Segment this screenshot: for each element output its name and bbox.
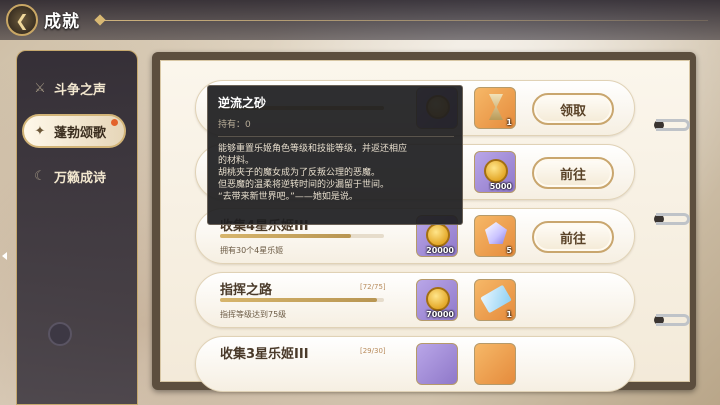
reward-qty: 20000	[426, 246, 454, 255]
achievement-title: 指挥之路	[220, 283, 273, 298]
coin-icon	[484, 159, 508, 183]
goto-button[interactable]: 前往	[532, 221, 614, 253]
emblem-icon	[48, 322, 72, 346]
coin-icon	[426, 287, 450, 311]
reward-slot[interactable]: 1	[474, 279, 516, 321]
tooltip-held-label: 持有：	[218, 120, 246, 130]
progress-bar	[220, 234, 384, 238]
sidebar-item-all-sounds-poem[interactable]: ☾ 万籁成诗	[24, 159, 130, 193]
horn-icon: ✦	[34, 123, 46, 139]
moon-icon: ☾	[34, 168, 46, 184]
reward-qty: 1	[506, 310, 512, 319]
tooltip-divider	[218, 136, 454, 137]
tooltip-line: “去带来新世界吧。”——她如是说。	[218, 192, 358, 202]
hourglass-icon	[489, 94, 503, 120]
achievement-title: 收集3星乐姬III	[220, 347, 309, 362]
achievement-row: 指挥之路 [72/75] 指挥等级达到75级 70000 1	[195, 272, 635, 328]
reward-slot[interactable]: 1	[474, 87, 516, 129]
binder-ring	[656, 119, 690, 131]
reward-slot[interactable]	[474, 343, 516, 385]
reward-qty: 1	[506, 118, 512, 127]
crystal-icon	[485, 222, 507, 244]
sidebar-item-label: 斗争之声	[54, 82, 107, 98]
tooltip-line: 但恶魔的温柔将逆转时间的沙漏留于世间。	[218, 180, 390, 190]
achievement-desc: 指挥等级达到75级	[220, 310, 287, 319]
achievement-progress: [29/30]	[360, 347, 386, 355]
tooltip-line: 能够重置乐姬角色等级和技能等级，并返还相应	[218, 144, 408, 154]
binder-ring	[656, 213, 690, 225]
swords-icon: ⚔	[34, 80, 46, 96]
achievement-progress: [72/75]	[360, 283, 386, 291]
reward-slot[interactable]: 70000	[416, 279, 458, 321]
tooltip-held: 持有：0	[218, 117, 452, 130]
coin-icon	[426, 223, 450, 247]
sidebar-item-thriving-ode[interactable]: ✦ 蓬勃颂歌	[22, 114, 126, 148]
sidebar-item-label: 蓬勃颂歌	[54, 125, 107, 141]
progress-bar	[220, 298, 384, 302]
sidebar-item-battle-voice[interactable]: ⚔ 斗争之声	[24, 71, 130, 105]
reward-slot[interactable]	[416, 343, 458, 385]
header-divider	[96, 20, 708, 21]
reward-qty: 70000	[426, 310, 454, 319]
achievement-desc: 拥有30个4星乐姬	[220, 246, 284, 255]
tooltip-held-value: 0	[245, 120, 251, 130]
notification-dot	[111, 119, 118, 126]
item-tooltip: 逆流之砂 持有：0 能够重置乐姬角色等级和技能等级，并返还相应 的材料。 胡桃夹…	[207, 85, 463, 225]
tooltip-line: 的材料。	[218, 156, 255, 166]
achievement-row: 收集3星乐姬III [29/30]	[195, 336, 635, 392]
sidebar-item-label: 万籁成诗	[54, 170, 107, 186]
goto-button[interactable]: 前往	[532, 157, 614, 189]
tooltip-line: 胡桃夹子的魔女成为了反叛公理的恶魔。	[218, 168, 381, 178]
reward-slot[interactable]: 5000	[474, 151, 516, 193]
left-edge-arrow-icon[interactable]	[2, 252, 7, 260]
binder-ring	[656, 314, 690, 326]
ticket-icon	[480, 284, 512, 314]
tooltip-title: 逆流之砂	[218, 96, 267, 110]
reward-qty: 5	[506, 246, 512, 255]
reward-slot[interactable]: 5	[474, 215, 516, 257]
claim-button[interactable]: 领取	[532, 93, 614, 125]
back-arrow-icon[interactable]: ❮	[6, 4, 38, 36]
reward-qty: 5000	[489, 182, 512, 191]
page-title: 成就	[44, 12, 80, 32]
